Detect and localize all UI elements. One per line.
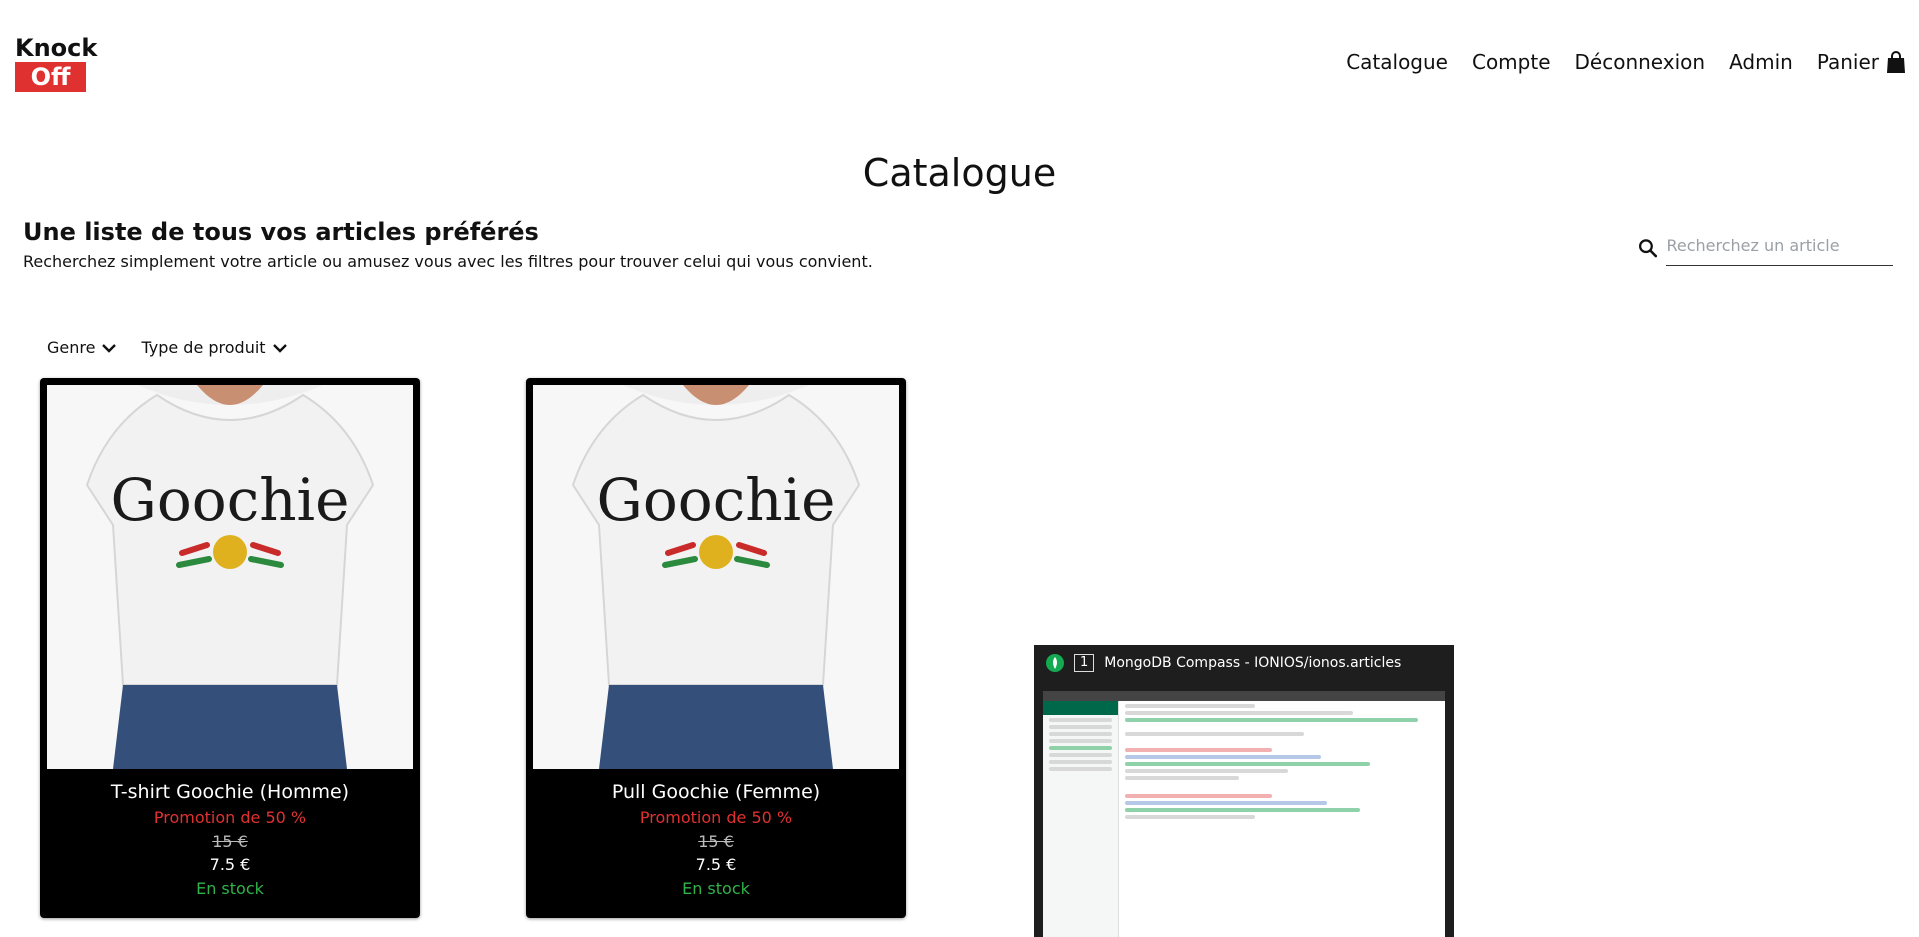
- chevron-down-icon: [272, 343, 287, 353]
- nav-deconnexion-link[interactable]: Déconnexion: [1575, 50, 1706, 74]
- taskbar-window-preview[interactable]: 1 MongoDB Compass - IONIOS/ionos.article…: [1034, 645, 1454, 937]
- preview-titlebar: 1 MongoDB Compass - IONIOS/ionos.article…: [1034, 645, 1454, 681]
- brand-logo-line1: Knock: [15, 34, 98, 62]
- nav-catalogue-link[interactable]: Catalogue: [1346, 50, 1448, 74]
- search-input[interactable]: [1666, 230, 1893, 266]
- preview-window-title: MongoDB Compass - IONIOS/ionos.articles: [1104, 655, 1402, 671]
- search-box: [1637, 230, 1893, 266]
- product-image[interactable]: Goochie: [533, 385, 899, 769]
- product-name: Pull Goochie (Femme): [611, 781, 821, 803]
- product-image[interactable]: Goochie: [47, 385, 413, 769]
- shirt-print-text: Goochie: [597, 466, 836, 534]
- main-nav: Catalogue Compte Déconnexion Admin Panie…: [1346, 50, 1907, 74]
- shopping-bag-icon: [1887, 51, 1905, 73]
- shirt-print-text: Goochie: [111, 466, 350, 534]
- nav-compte-link[interactable]: Compte: [1472, 50, 1551, 74]
- product-name: T-shirt Goochie (Homme): [110, 781, 350, 803]
- preview-window-index: 1: [1074, 654, 1095, 672]
- product-price: 7.5 €: [209, 855, 251, 874]
- intro-subheading: Recherchez simplement votre article ou a…: [23, 252, 873, 271]
- intro-section: Une liste de tous vos articles préférés …: [23, 218, 873, 271]
- filters-bar: Genre Type de produit: [47, 338, 288, 357]
- brand-logo-line2: Off: [15, 62, 86, 92]
- chevron-down-icon: [102, 343, 117, 353]
- product-old-price: 15 €: [212, 832, 248, 851]
- mongodb-leaf-icon: [1046, 654, 1064, 672]
- nav-panier-link[interactable]: Panier: [1817, 50, 1907, 74]
- brand-logo[interactable]: Knock Off: [15, 34, 98, 92]
- product-promo: Promotion de 50 %: [153, 808, 307, 827]
- product-promo: Promotion de 50 %: [639, 808, 793, 827]
- page-title: Catalogue: [862, 151, 1057, 196]
- nav-panier-label: Panier: [1816, 50, 1879, 74]
- product-stock: En stock: [682, 879, 750, 898]
- product-old-price: 15 €: [698, 832, 734, 851]
- intro-heading: Une liste de tous vos articles préférés: [23, 218, 539, 246]
- product-card[interactable]: Goochie Pull Goochie (Femme) Promotion d…: [526, 378, 906, 918]
- product-price: 7.5 €: [695, 855, 737, 874]
- filter-type-produit-label: Type de produit: [141, 338, 266, 357]
- filter-genre-label: Genre: [47, 338, 96, 357]
- filter-genre[interactable]: Genre: [47, 338, 117, 357]
- search-icon[interactable]: [1637, 237, 1658, 259]
- product-card[interactable]: Goochie T-shirt Goochie (Homme) Promotio…: [40, 378, 420, 918]
- product-stock: En stock: [196, 879, 264, 898]
- nav-admin-link[interactable]: Admin: [1729, 50, 1793, 74]
- preview-thumbnail: [1043, 691, 1445, 937]
- filter-type-produit[interactable]: Type de produit: [141, 338, 287, 357]
